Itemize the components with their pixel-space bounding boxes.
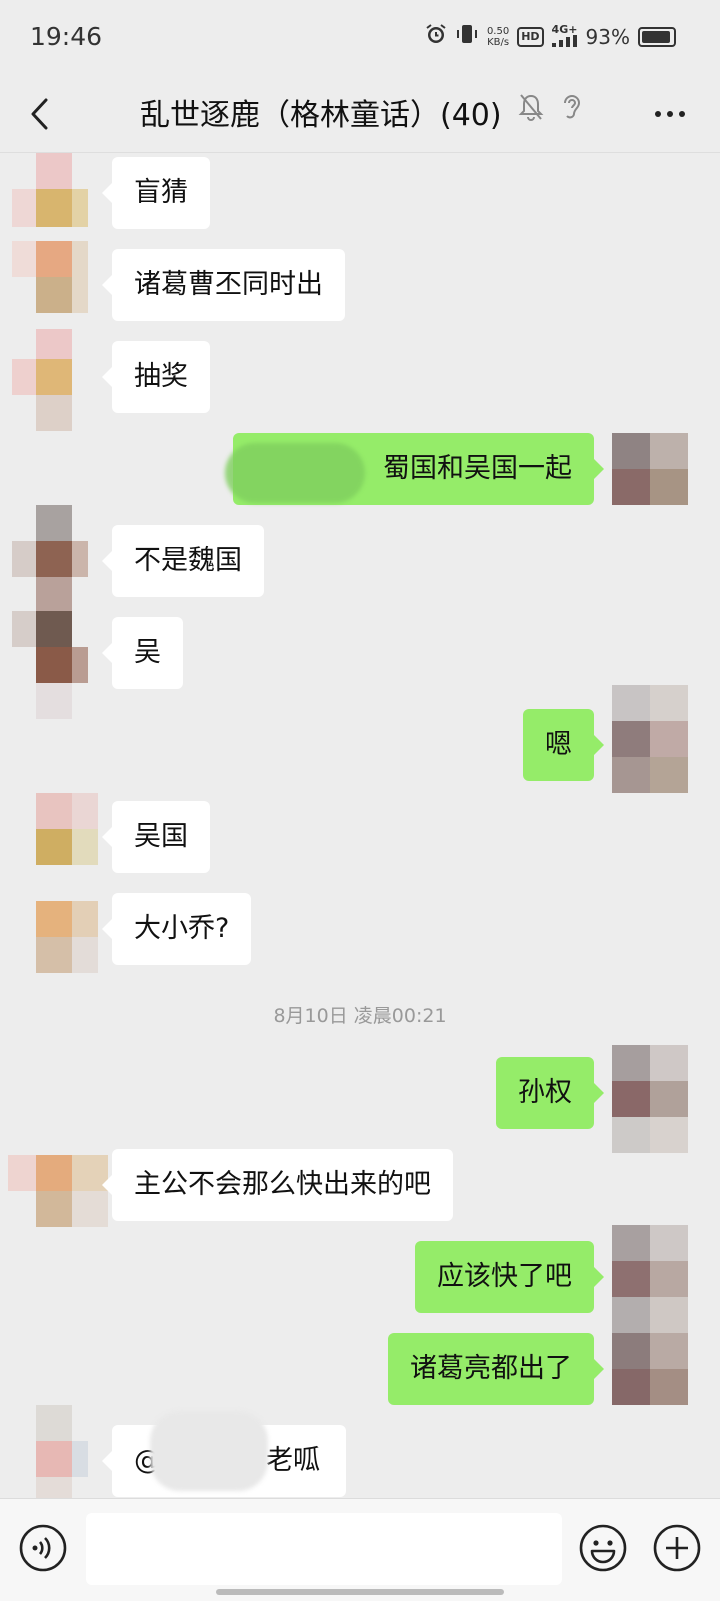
redacted-mention <box>225 443 365 503</box>
avatar[interactable] <box>8 1119 108 1227</box>
header-status-icons <box>518 92 583 126</box>
mute-bell-icon <box>518 94 549 126</box>
emoji-icon[interactable] <box>578 1523 628 1573</box>
back-icon[interactable] <box>24 94 60 134</box>
more-icon[interactable] <box>650 94 690 134</box>
voice-icon[interactable] <box>18 1523 68 1573</box>
speed-value: 0.50 <box>486 25 510 37</box>
signal-icon: 4G+ <box>551 24 578 49</box>
chat-title: 乱世逐鹿（格林童话）(40) <box>140 98 502 133</box>
alarm-icon <box>425 23 447 50</box>
message-bubble[interactable]: 诸葛曹丕同时出 <box>102 249 345 321</box>
avatar[interactable] <box>22 793 98 869</box>
message-list[interactable]: 盲猜 诸葛曹丕同时出 抽奖 蜀国和吴国一起 不是魏国 吴 嗯 吴国 大小乔? 8… <box>0 153 720 1498</box>
my-message-bubble[interactable]: 诸葛亮都出了 <box>388 1333 604 1405</box>
battery-icon <box>638 26 676 47</box>
my-avatar[interactable] <box>612 685 688 793</box>
my-avatar[interactable] <box>612 1045 688 1153</box>
message-bubble[interactable]: 大小乔? <box>101 893 252 965</box>
vibrate-icon <box>455 23 479 50</box>
message-input[interactable] <box>86 1513 562 1585</box>
speed-unit: KB/s <box>487 36 510 48</box>
plus-icon[interactable] <box>652 1523 702 1573</box>
avatar[interactable] <box>12 241 88 317</box>
status-bar: 19:46 0.50 KB/s HD 4G+ 93% <box>0 0 720 76</box>
avatar[interactable] <box>22 865 98 973</box>
my-avatar[interactable] <box>612 1225 688 1405</box>
ear-icon <box>559 95 583 126</box>
battery-percent: 93% <box>585 24 630 49</box>
status-time: 19:46 <box>30 22 103 51</box>
avatar[interactable] <box>12 505 88 613</box>
avatar[interactable] <box>12 153 88 229</box>
network-speed: 0.50 KB/s <box>487 26 509 48</box>
mention-suffix: 老呱 <box>266 1445 320 1476</box>
chat-header: 乱世逐鹿（格林童话）(40) <box>0 76 720 153</box>
hd-badge: HD <box>517 26 544 47</box>
avatar[interactable] <box>12 329 88 431</box>
avatar[interactable] <box>12 611 88 719</box>
message-bubble[interactable]: 抽奖 <box>102 341 210 413</box>
input-bar <box>0 1498 720 1601</box>
my-message-bubble[interactable]: 孙权 <box>496 1057 604 1129</box>
my-message-bubble[interactable]: 嗯 <box>523 709 604 781</box>
my-message-bubble[interactable]: 应该快了吧 <box>415 1241 604 1313</box>
redacted-mention <box>150 1411 268 1491</box>
my-avatar[interactable] <box>612 433 688 509</box>
message-bubble[interactable]: 吴 <box>102 617 183 689</box>
message-bubble[interactable]: 盲猜 <box>102 157 210 229</box>
message-bubble[interactable]: 不是魏国 <box>102 525 264 597</box>
status-icons: 0.50 KB/s HD 4G+ 93% <box>425 23 676 50</box>
message-bubble[interactable]: 主公不会那么快出来的吧 <box>102 1149 453 1221</box>
home-indicator[interactable] <box>216 1589 504 1595</box>
timestamp: 8月10日 凌晨00:21 <box>273 1005 447 1027</box>
message-bubble[interactable]: 吴国 <box>102 801 210 873</box>
avatar[interactable] <box>12 1405 88 1498</box>
